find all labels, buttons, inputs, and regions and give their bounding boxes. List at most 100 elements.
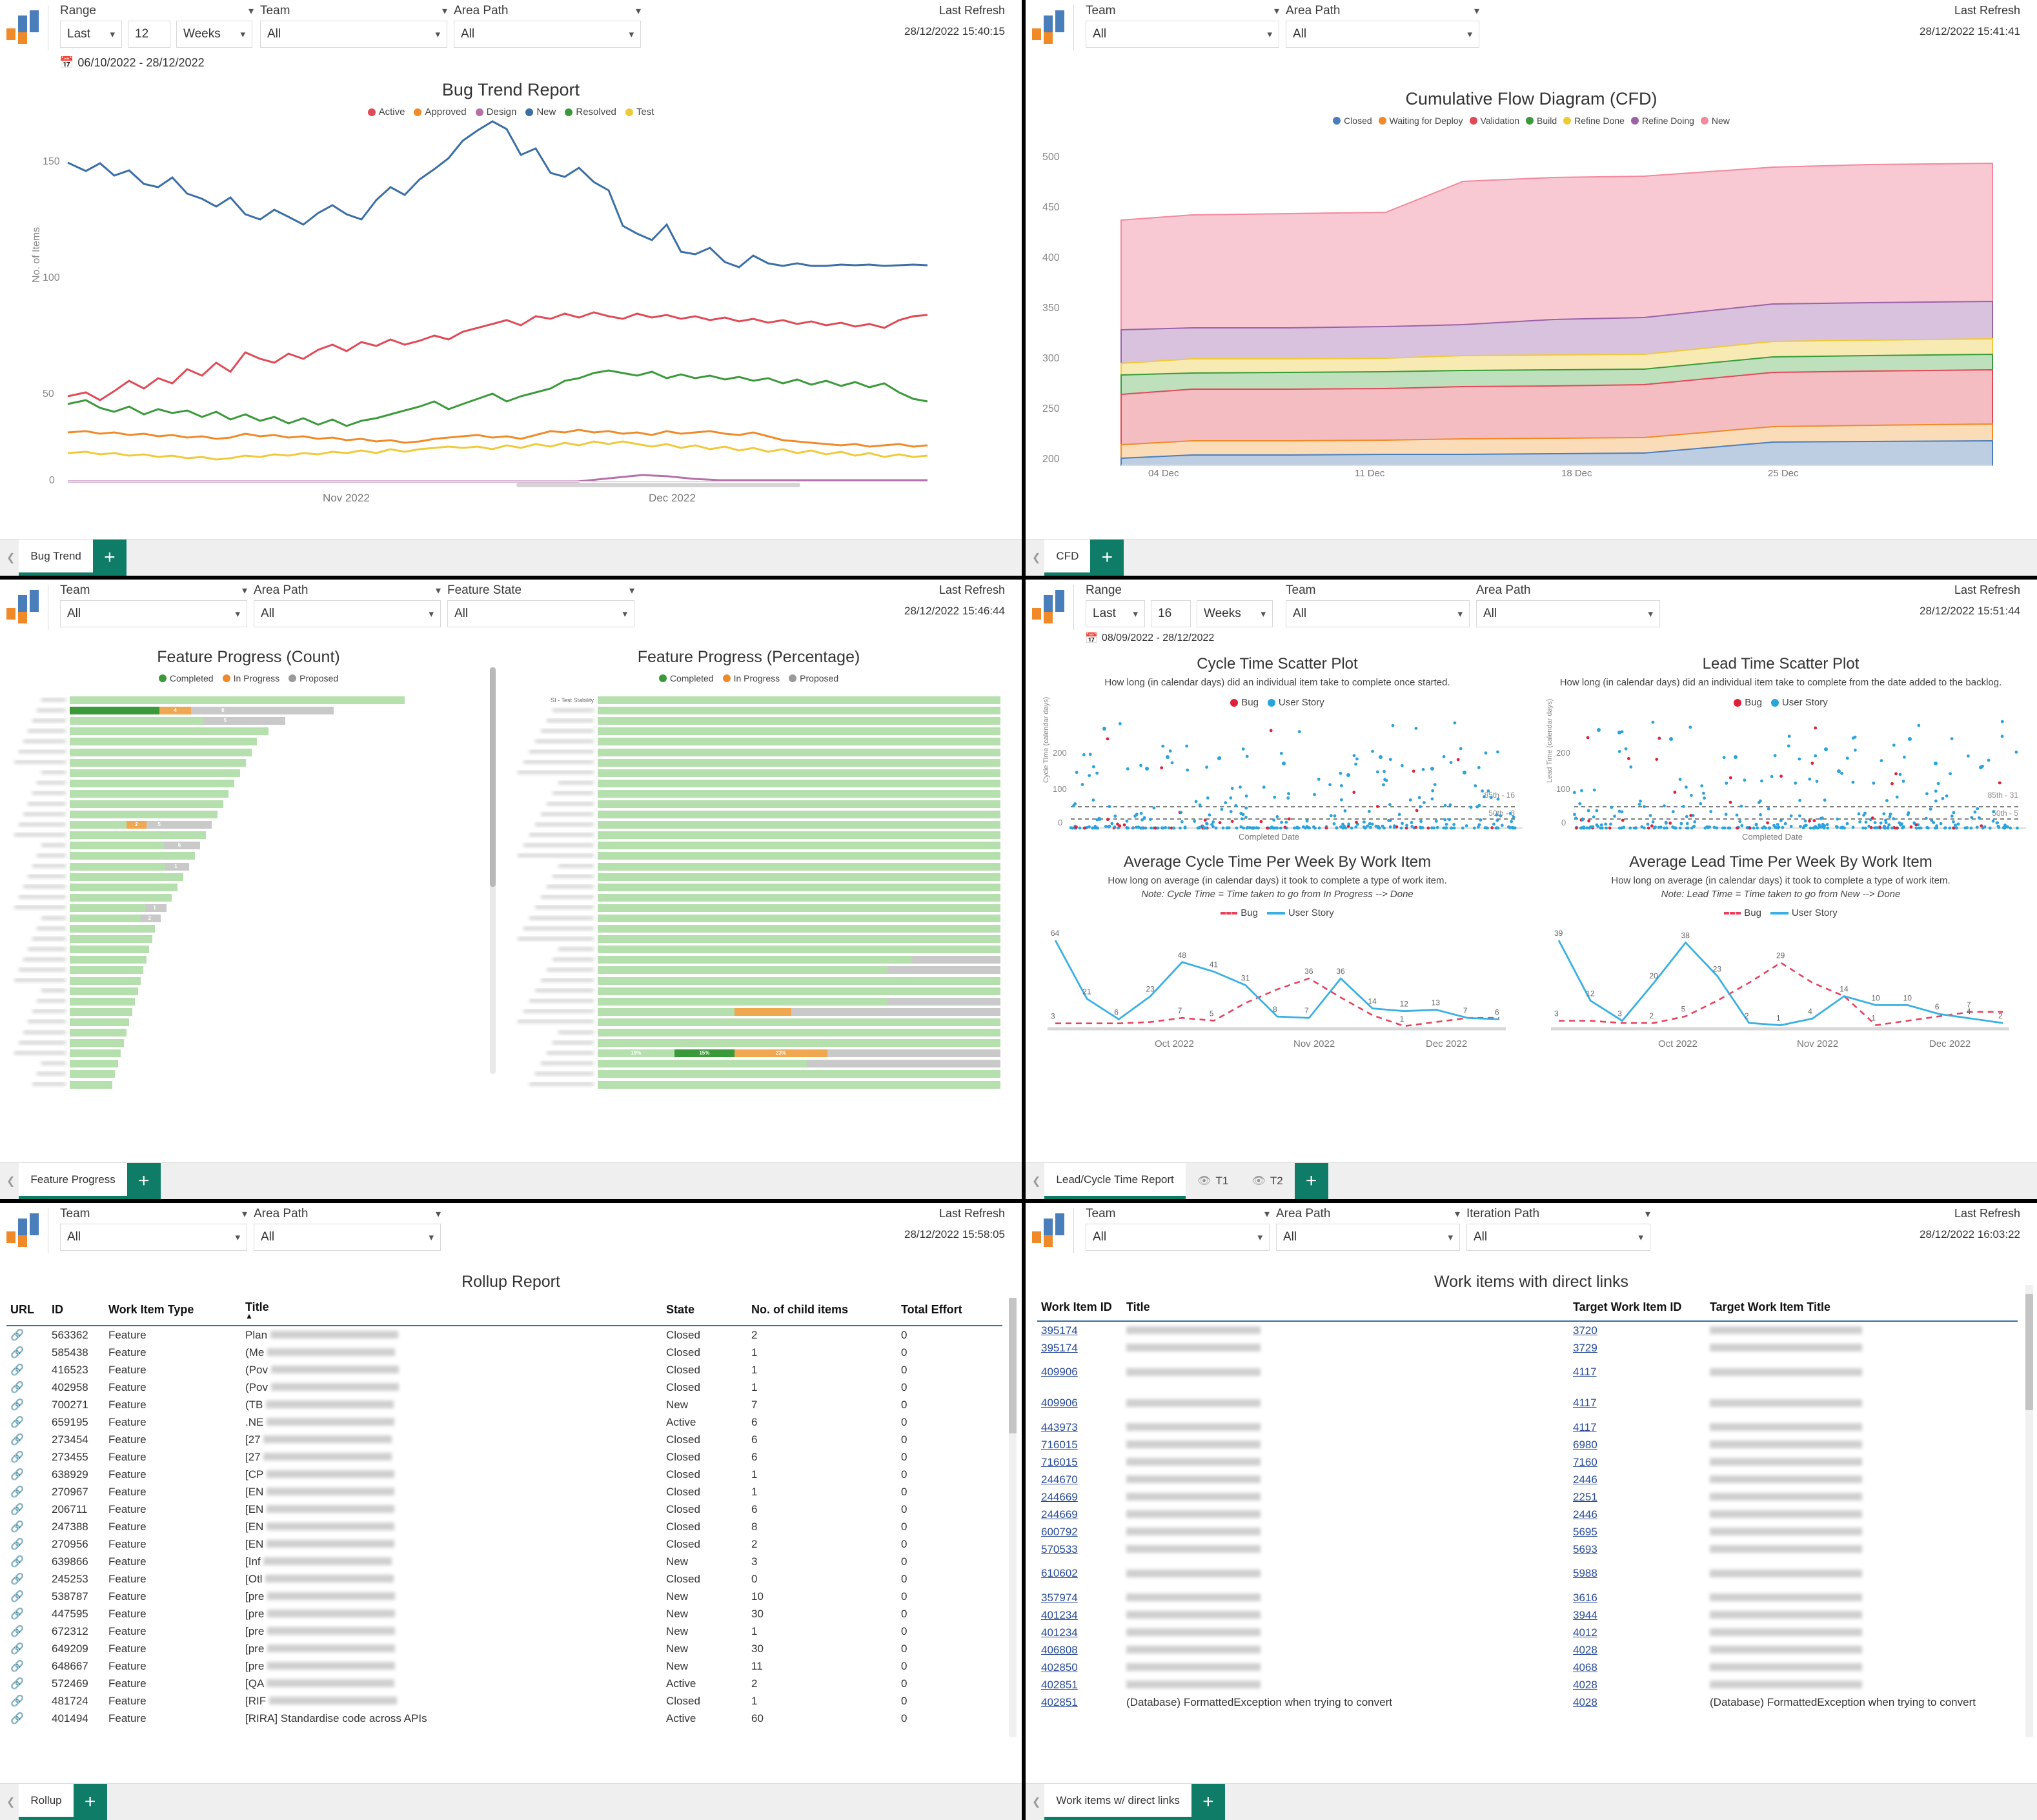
row-work-item-id[interactable]: 600792: [1037, 1523, 1122, 1541]
area-path-filter[interactable]: Area Path ▾ All ▾: [1276, 1207, 1460, 1251]
table-row[interactable]: 401234 4012: [1037, 1624, 2018, 1641]
bar-row[interactable]: [5, 736, 497, 747]
row-work-item-id[interactable]: 406808: [1037, 1641, 1122, 1659]
legend-item-bug[interactable]: Bug: [1230, 697, 1259, 708]
bar-row[interactable]: [5, 955, 497, 965]
area-path-filter[interactable]: Area Path ▾ All ▾: [254, 583, 441, 627]
bar-row[interactable]: [497, 716, 1000, 726]
bar-row[interactable]: [5, 799, 497, 809]
chevron-down-icon[interactable]: ▾: [1474, 5, 1479, 17]
row-target-work-item-id[interactable]: 4117: [1569, 1357, 1706, 1388]
row-work-item-id[interactable]: 244669: [1037, 1488, 1122, 1506]
bar-row[interactable]: [497, 944, 1000, 955]
team-select[interactable]: All ▾: [1286, 600, 1470, 627]
team-filter[interactable]: Team ▾ All ▾: [1086, 1207, 1270, 1251]
tab-nav-prev[interactable]: ❮: [1026, 1784, 1044, 1820]
bar-row[interactable]: [497, 851, 1000, 861]
bar-row[interactable]: [5, 789, 497, 799]
bar-row[interactable]: [497, 1058, 1000, 1069]
table-row[interactable]: 🔗 585438 Feature (Me Closed 1 0: [6, 1344, 1002, 1361]
table-row[interactable]: 🔗 247388 Feature [EN Closed 8 0: [6, 1518, 1002, 1535]
table-row[interactable]: 🔗 672312 Feature [pre New 1 0: [6, 1623, 1002, 1640]
bar-row[interactable]: [497, 934, 1000, 944]
tab-rollup[interactable]: Rollup: [19, 1784, 74, 1820]
col-child-items[interactable]: No. of child items: [747, 1300, 897, 1326]
team-filter[interactable]: Team All ▾: [1286, 583, 1470, 627]
row-url-icon[interactable]: 🔗: [6, 1466, 48, 1483]
range-filter[interactable]: Range Last ▾ 16 Weeks ▾: [1086, 583, 1279, 627]
bar-row[interactable]: [497, 820, 1000, 830]
tab-work-items-direct-links[interactable]: Work items w/ direct links: [1044, 1784, 1191, 1820]
table-row[interactable]: 🔗 639866 Feature [Inf New 3 0: [6, 1553, 1002, 1570]
area-path-select[interactable]: All ▾: [254, 600, 441, 627]
bar-row[interactable]: 5: [5, 716, 497, 726]
row-work-item-id[interactable]: 409906: [1037, 1388, 1122, 1419]
row-url-icon[interactable]: 🔗: [6, 1483, 48, 1501]
row-target-work-item-id[interactable]: 4068: [1569, 1659, 1706, 1676]
row-url-icon[interactable]: 🔗: [6, 1553, 48, 1570]
add-tab-button[interactable]: +: [73, 1784, 107, 1820]
tab-nav-prev[interactable]: ❮: [1026, 540, 1044, 576]
add-tab-button[interactable]: +: [1191, 1784, 1225, 1820]
tab-nav-prev[interactable]: ❮: [0, 540, 19, 576]
table-row[interactable]: 244669 2251: [1037, 1488, 2018, 1506]
row-url-icon[interactable]: 🔗: [6, 1710, 48, 1727]
col-target-work-item-id[interactable]: Target Work Item ID: [1569, 1300, 1706, 1322]
table-row[interactable]: 402850 4068: [1037, 1659, 2018, 1676]
table-row[interactable]: 716015 7160: [1037, 1453, 2018, 1471]
table-row[interactable]: 395174 3729: [1037, 1339, 2018, 1357]
bar-row[interactable]: [5, 830, 497, 840]
row-target-work-item-id[interactable]: 3616: [1569, 1589, 1706, 1606]
legend-item-refine-done[interactable]: Refine Done: [1563, 116, 1625, 126]
bar-row[interactable]: [5, 986, 497, 996]
team-select[interactable]: All ▾: [260, 21, 447, 48]
bar-row[interactable]: [497, 965, 1000, 975]
row-target-work-item-id[interactable]: 6980: [1569, 1436, 1706, 1453]
bar-row[interactable]: [497, 747, 1000, 757]
legend-item-bug[interactable]: Bug: [1724, 907, 1761, 918]
bar-row[interactable]: [497, 903, 1000, 913]
bar-row[interactable]: [497, 1069, 1000, 1079]
chevron-down-icon[interactable]: ▾: [1645, 1208, 1650, 1220]
table-row[interactable]: 570533 5693: [1037, 1541, 2018, 1558]
range-number-input[interactable]: 12: [128, 21, 170, 48]
legend-item-proposed[interactable]: Proposed: [789, 673, 838, 683]
rollup-table-scrollbar[interactable]: [1009, 1298, 1017, 1737]
bar-row[interactable]: [5, 1038, 497, 1048]
legend-item-active[interactable]: Active: [367, 106, 405, 117]
bar-row[interactable]: [5, 1069, 497, 1079]
bar-row[interactable]: [497, 986, 1000, 996]
bar-row[interactable]: [497, 778, 1000, 789]
bar-row[interactable]: [5, 944, 497, 955]
bar-row[interactable]: 19% 15% 23%: [497, 1048, 1000, 1058]
table-row[interactable]: 401234 3944: [1037, 1606, 2018, 1624]
col-title[interactable]: Title: [1122, 1300, 1569, 1322]
bar-row[interactable]: [497, 1007, 1000, 1017]
legend-item-in-progress[interactable]: In Progress: [722, 673, 780, 683]
legend-item-user-story[interactable]: User Story: [1267, 697, 1324, 708]
bar-row[interactable]: [497, 799, 1000, 809]
bar-row[interactable]: [497, 893, 1000, 903]
feature-state-filter[interactable]: Feature State ▾ All ▾: [447, 583, 634, 627]
col-total-effort[interactable]: Total Effort: [897, 1300, 1002, 1326]
legend-item-user-story[interactable]: User Story: [1266, 907, 1334, 918]
row-url-icon[interactable]: 🔗: [6, 1675, 48, 1692]
bar-row[interactable]: [497, 862, 1000, 872]
tab-nav-prev[interactable]: ❮: [1026, 1163, 1044, 1199]
bar-row[interactable]: [5, 768, 497, 778]
table-row[interactable]: 244669 2446: [1037, 1506, 2018, 1523]
row-url-icon[interactable]: 🔗: [6, 1605, 48, 1623]
bar-row[interactable]: [497, 840, 1000, 851]
row-url-icon[interactable]: 🔗: [6, 1535, 48, 1553]
row-url-icon[interactable]: 🔗: [6, 1344, 48, 1361]
table-row[interactable]: 409906 4117: [1037, 1388, 2018, 1419]
area-path-select[interactable]: All ▾: [454, 21, 641, 48]
add-tab-button[interactable]: +: [127, 1163, 161, 1199]
add-tab-button[interactable]: +: [1294, 1163, 1328, 1199]
legend-item-resolved[interactable]: Resolved: [565, 106, 616, 117]
bar-row[interactable]: [5, 1027, 497, 1038]
bar-row[interactable]: [5, 924, 497, 934]
legend-item-validation[interactable]: Validation: [1469, 116, 1519, 126]
row-work-item-id[interactable]: 716015: [1037, 1436, 1122, 1453]
team-select[interactable]: All ▾: [60, 600, 247, 627]
